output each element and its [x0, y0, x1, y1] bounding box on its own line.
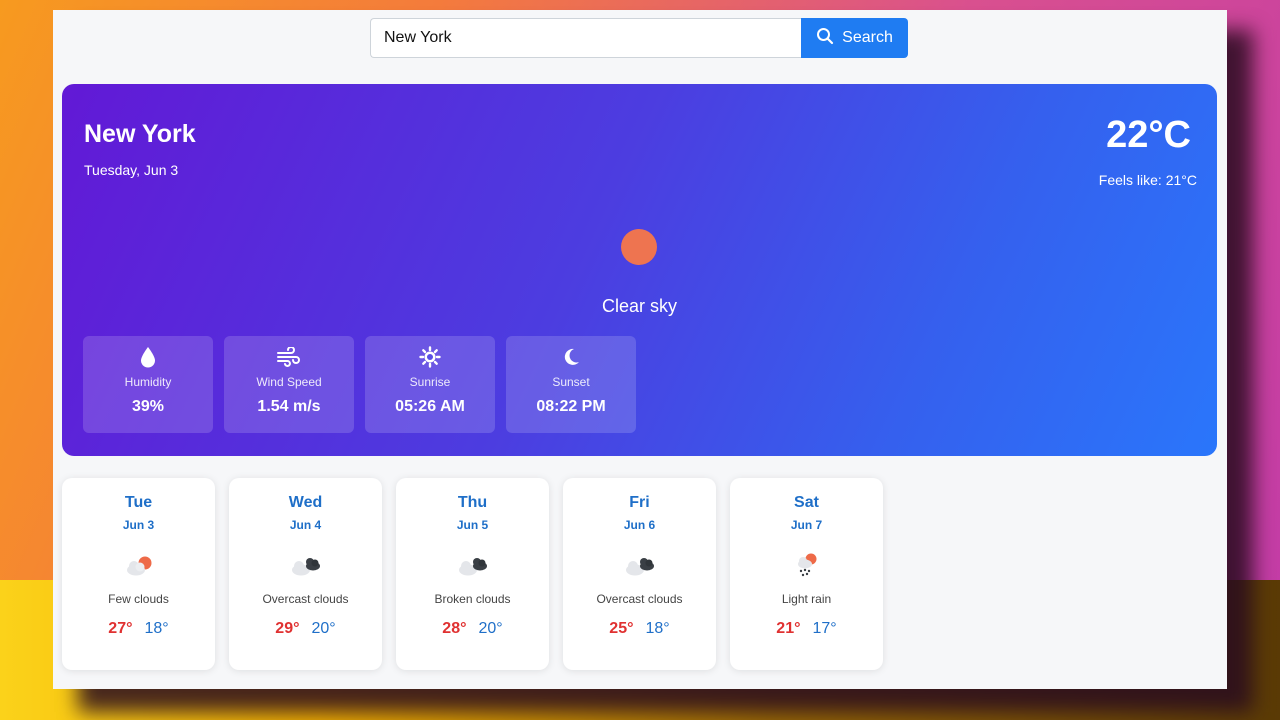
forecast-description: Light rain [781, 592, 832, 606]
search-input[interactable] [370, 18, 801, 58]
stat-value: 39% [131, 398, 165, 415]
forecast-description: Overcast clouds [262, 592, 349, 606]
stat-label: Sunset [552, 375, 590, 389]
moon-icon [561, 345, 581, 369]
stat-wind-speed: Wind Speed 1.54 m/s [224, 336, 354, 433]
wind-icon [277, 345, 301, 369]
forecast-temps: 28° 20° [442, 620, 502, 638]
forecast-day: Thu [457, 494, 488, 511]
forecast-description: Few clouds [108, 592, 169, 606]
high-temp: 28° [442, 620, 467, 637]
current-date: Tuesday, Jun 3 [84, 162, 179, 178]
forecast-date: Jun 5 [456, 518, 489, 532]
low-temp: 20° [478, 620, 503, 637]
forecast-list: Tue Jun 3 Few clouds 27° 18° Wed Jun 4 O… [62, 478, 883, 670]
stat-sunset: Sunset 08:22 PM [506, 336, 636, 433]
feels-like: Feels like: 21°C [1098, 172, 1197, 188]
forecast-description: Broken clouds [434, 592, 511, 606]
sunrise-icon [419, 345, 441, 369]
forecast-date: Jun 6 [623, 518, 656, 532]
search-button[interactable]: Search [801, 18, 908, 58]
current-condition: Clear sky [601, 296, 677, 316]
weather-stats: Humidity 39% Wind Speed 1.54 m/s Sunrise… [83, 336, 636, 433]
stat-value: 05:26 AM [395, 398, 465, 415]
forecast-temps: 29° 20° [275, 620, 335, 638]
overcast-clouds-icon [289, 550, 323, 580]
forecast-day: Fri [629, 494, 650, 511]
forecast-date: Jun 4 [289, 518, 322, 532]
stat-value: 1.54 m/s [257, 398, 321, 415]
forecast-date: Jun 7 [790, 518, 823, 532]
city-name: New York [84, 120, 196, 148]
overcast-clouds-icon [623, 550, 657, 580]
high-temp: 25° [609, 620, 634, 637]
water-drop-icon [140, 345, 156, 369]
weather-app-window: Search New York Tuesday, Jun 3 22°C Feel… [53, 10, 1227, 689]
high-temp: 29° [275, 620, 300, 637]
stat-label: Humidity [124, 375, 172, 389]
stat-label: Wind Speed [256, 375, 322, 389]
forecast-day: Sat [794, 494, 819, 511]
current-weather-card: New York Tuesday, Jun 3 22°C Feels like:… [62, 84, 1217, 456]
stat-label: Sunrise [409, 375, 451, 389]
search-icon [816, 27, 834, 50]
forecast-card: Thu Jun 5 Broken clouds 28° 20° [396, 478, 549, 670]
high-temp: 21° [776, 620, 801, 637]
forecast-day: Wed [288, 494, 323, 511]
forecast-day: Tue [124, 494, 153, 511]
forecast-date: Jun 3 [122, 518, 155, 532]
forecast-card: Fri Jun 6 Overcast clouds 25° 18° [563, 478, 716, 670]
forecast-card: Tue Jun 3 Few clouds 27° 18° [62, 478, 215, 670]
low-temp: 18° [144, 620, 169, 637]
light-rain-icon [790, 550, 824, 580]
high-temp: 27° [108, 620, 133, 637]
clear-sun-icon [621, 229, 657, 265]
broken-clouds-icon [456, 550, 490, 580]
stat-sunrise: Sunrise 05:26 AM [365, 336, 495, 433]
search-button-label: Search [842, 29, 893, 46]
low-temp: 20° [311, 620, 336, 637]
forecast-card: Sat Jun 7 Light rain 21° 17° [730, 478, 883, 670]
forecast-card: Wed Jun 4 Overcast clouds 29° 20° [229, 478, 382, 670]
low-temp: 18° [645, 620, 670, 637]
current-temperature: 22°C [1106, 114, 1191, 156]
few-clouds-icon [122, 550, 156, 580]
stat-value: 08:22 PM [536, 398, 606, 415]
forecast-temps: 21° 17° [776, 620, 836, 638]
low-temp: 17° [812, 620, 837, 637]
forecast-temps: 25° 18° [609, 620, 669, 638]
search-bar: Search [370, 18, 908, 58]
stat-humidity: Humidity 39% [83, 336, 213, 433]
forecast-temps: 27° 18° [108, 620, 168, 638]
forecast-description: Overcast clouds [596, 592, 683, 606]
